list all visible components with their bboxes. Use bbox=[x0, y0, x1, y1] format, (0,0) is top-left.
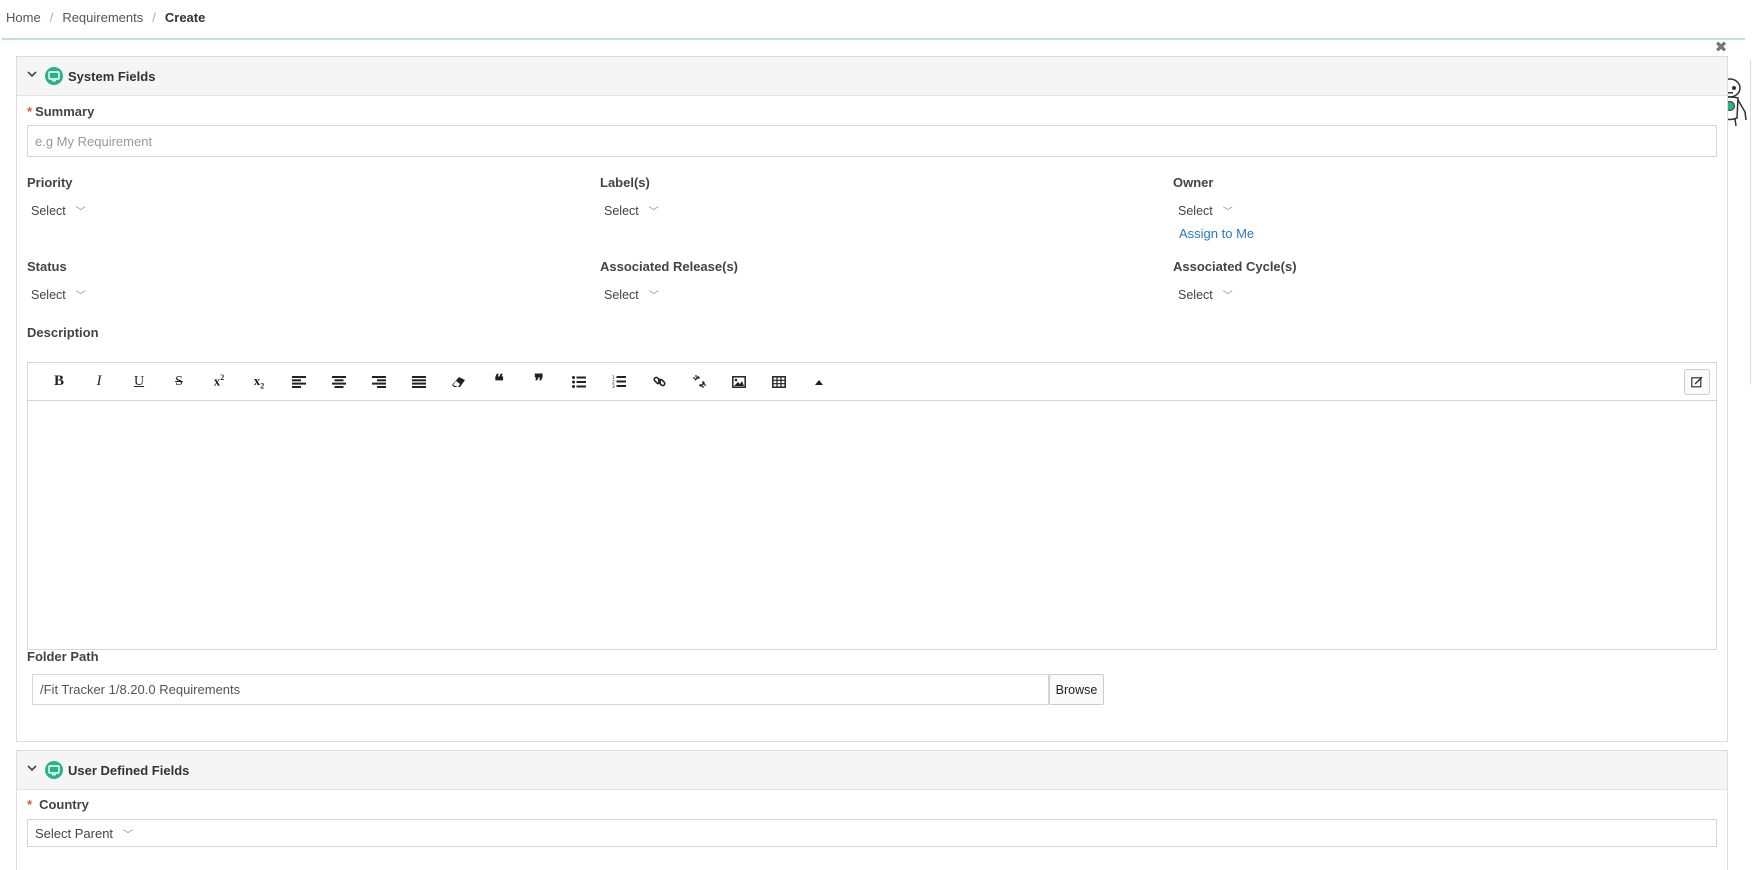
bold-icon[interactable]: B bbox=[39, 369, 79, 395]
system-fields-title: System Fields bbox=[68, 68, 156, 84]
align-center-icon[interactable] bbox=[319, 369, 359, 395]
description-label: Description bbox=[27, 325, 99, 340]
quote-open-icon[interactable]: ❝ bbox=[479, 369, 519, 395]
breadcrumb-home[interactable]: Home bbox=[6, 10, 41, 25]
editor-content-area[interactable] bbox=[28, 401, 1716, 649]
monitor-icon bbox=[45, 761, 63, 779]
numbered-list-icon[interactable]: 123 bbox=[599, 369, 639, 395]
image-icon[interactable] bbox=[719, 369, 759, 395]
associated-cycles-label: Associated Cycle(s) bbox=[1173, 259, 1297, 274]
folder-path-input[interactable]: /Fit Tracker 1/8.20.0 Requirements bbox=[32, 674, 1049, 705]
folder-path-value: /Fit Tracker 1/8.20.0 Requirements bbox=[40, 682, 241, 697]
breadcrumb-separator: / bbox=[152, 10, 156, 25]
header-divider bbox=[2, 38, 1745, 40]
chevron-down-icon[interactable] bbox=[27, 763, 41, 775]
side-divider bbox=[1750, 60, 1751, 385]
chevron-down-icon: ﹀ bbox=[1222, 291, 1233, 302]
align-left-icon[interactable] bbox=[279, 369, 319, 395]
link-icon[interactable] bbox=[639, 369, 679, 395]
chevron-down-icon: ﹀ bbox=[648, 207, 659, 218]
superscript-icon[interactable]: x2 bbox=[199, 369, 239, 395]
browse-button[interactable]: Browse bbox=[1049, 674, 1104, 705]
close-icon[interactable]: ✖ bbox=[1713, 40, 1729, 56]
monitor-icon bbox=[45, 67, 63, 85]
owner-select[interactable]: Select ﹀ bbox=[1178, 203, 1233, 219]
status-label: Status bbox=[27, 259, 67, 274]
associated-cycles-select[interactable]: Select ﹀ bbox=[1178, 287, 1233, 303]
chevron-down-icon: ﹀ bbox=[123, 829, 134, 841]
quote-close-icon[interactable]: ❞ bbox=[519, 369, 559, 395]
country-select[interactable]: Select Parent ﹀ bbox=[27, 819, 1717, 847]
underline-icon[interactable]: U bbox=[119, 369, 159, 395]
unlink-icon[interactable] bbox=[679, 369, 719, 395]
strikethrough-icon[interactable]: S bbox=[159, 369, 199, 395]
system-fields-panel: System Fields * Summary e.g My Requiremen… bbox=[16, 56, 1728, 742]
associated-releases-select[interactable]: Select ﹀ bbox=[604, 287, 659, 303]
breadcrumb-separator: / bbox=[49, 10, 54, 25]
associated-releases-label: Associated Release(s) bbox=[600, 259, 739, 274]
system-fields-header[interactable]: System Fields bbox=[17, 57, 1727, 96]
edit-html-icon[interactable] bbox=[1684, 369, 1710, 395]
align-right-icon[interactable] bbox=[359, 369, 399, 395]
subscript-icon[interactable]: x2 bbox=[239, 369, 279, 395]
status-select[interactable]: Select ﹀ bbox=[31, 287, 86, 303]
folder-path-label: Folder Path bbox=[27, 649, 99, 664]
summary-label: * Summary bbox=[27, 104, 95, 119]
summary-input[interactable]: e.g My Requirement bbox=[27, 125, 1717, 157]
breadcrumb-requirements[interactable]: Requirements bbox=[62, 10, 143, 25]
bullet-list-icon[interactable] bbox=[559, 369, 599, 395]
editor-toolbar: B I U S x2 x2 ❝ ❞ 1 2 3 bbox=[28, 363, 1716, 401]
chevron-down-icon: ﹀ bbox=[648, 291, 659, 302]
caret-up-icon[interactable] bbox=[799, 369, 839, 395]
user-defined-fields-panel: User Defined Fields * Country Select Pare… bbox=[16, 750, 1728, 870]
country-label: * Country bbox=[27, 797, 89, 812]
chevron-down-icon: ﹀ bbox=[1222, 207, 1233, 218]
owner-label: Owner bbox=[1173, 175, 1214, 190]
table-icon[interactable] bbox=[759, 369, 799, 395]
chevron-down-icon[interactable] bbox=[27, 69, 41, 81]
breadcrumb-current: Create bbox=[164, 10, 206, 25]
user-defined-fields-header[interactable]: User Defined Fields bbox=[17, 751, 1727, 790]
labels-label: Label(s) bbox=[600, 175, 650, 190]
description-editor: B I U S x2 x2 ❝ ❞ 1 2 3 bbox=[27, 362, 1717, 650]
eraser-icon[interactable] bbox=[439, 369, 479, 395]
priority-select[interactable]: Select ﹀ bbox=[31, 203, 86, 219]
chevron-down-icon: ﹀ bbox=[75, 291, 86, 302]
summary-placeholder: e.g My Requirement bbox=[35, 133, 153, 149]
chevron-down-icon: ﹀ bbox=[75, 207, 86, 218]
user-defined-fields-title: User Defined Fields bbox=[68, 762, 190, 778]
svg-text:3: 3 bbox=[612, 384, 615, 388]
labels-select[interactable]: Select ﹀ bbox=[604, 203, 659, 219]
assign-to-me-link[interactable]: Assign to Me bbox=[1179, 226, 1254, 241]
priority-label: Priority bbox=[27, 175, 73, 190]
breadcrumb: Home / Requirements / Create bbox=[6, 10, 205, 25]
italic-icon[interactable]: I bbox=[79, 369, 119, 395]
align-justify-icon[interactable] bbox=[399, 369, 439, 395]
required-asterisk: * bbox=[27, 104, 33, 119]
required-asterisk: * bbox=[27, 797, 33, 812]
